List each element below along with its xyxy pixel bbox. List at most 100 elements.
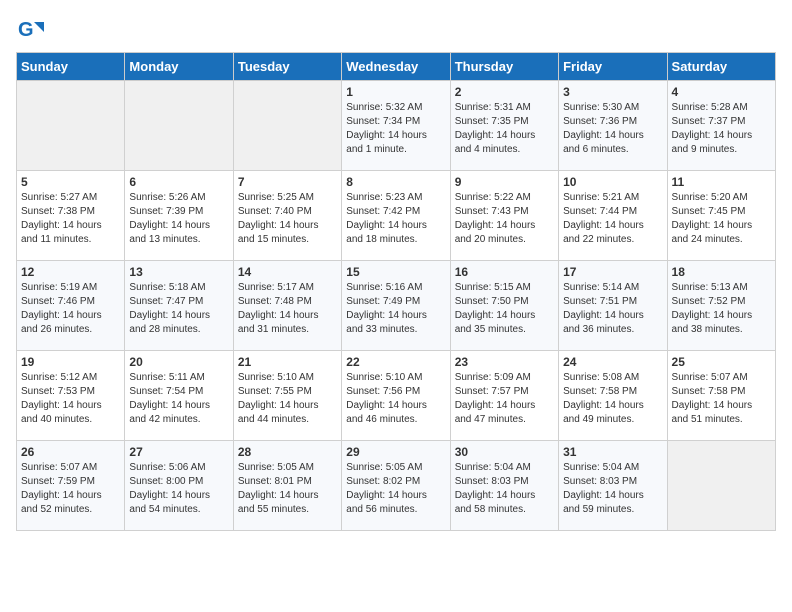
day-content: Sunrise: 5:16 AM Sunset: 7:49 PM Dayligh… (346, 281, 445, 337)
day-number: 26 (21, 445, 120, 459)
day-number: 5 (21, 175, 120, 189)
day-content: Sunrise: 5:27 AM Sunset: 7:38 PM Dayligh… (21, 191, 120, 247)
week-row-5: 26 Sunrise: 5:07 AM Sunset: 7:59 PM Dayli… (17, 441, 776, 531)
day-cell: 20Sunrise: 5:11 AM Sunset: 7:54 PM Dayli… (125, 351, 233, 441)
day-number: 1 (346, 85, 445, 99)
day-cell: 3 Sunrise: 5:30 AM Sunset: 7:36 PM Daylig… (559, 81, 667, 171)
day-cell: 6 Sunrise: 5:26 AM Sunset: 7:39 PM Daylig… (125, 171, 233, 261)
day-cell: 25 Sunrise: 5:07 AM Sunset: 7:58 PM Dayli… (667, 351, 775, 441)
day-content: Sunrise: 5:05 AM Sunset: 8:02 PM Dayligh… (346, 461, 445, 517)
day-content: Sunrise: 5:05 AM Sunset: 8:01 PM Dayligh… (238, 461, 337, 517)
day-content: Sunrise: 5:20 AM Sunset: 7:45 PM Dayligh… (672, 191, 771, 247)
day-cell: 2 Sunrise: 5:31 AM Sunset: 7:35 PM Daylig… (450, 81, 558, 171)
day-cell: 31Sunrise: 5:04 AM Sunset: 8:03 PM Dayli… (559, 441, 667, 531)
day-cell: 10 Sunrise: 5:21 AM Sunset: 7:44 PM Dayli… (559, 171, 667, 261)
day-content: Sunrise: 5:18 AM Sunset: 7:47 PM Dayligh… (129, 281, 228, 337)
day-cell: 17Sunrise: 5:14 AM Sunset: 7:51 PM Dayli… (559, 261, 667, 351)
day-number: 4 (672, 85, 771, 99)
day-cell: 28 Sunrise: 5:05 AM Sunset: 8:01 PM Dayli… (233, 441, 341, 531)
day-content: Sunrise: 5:07 AM Sunset: 7:59 PM Dayligh… (21, 461, 120, 517)
day-number: 21 (238, 355, 337, 369)
day-number: 28 (238, 445, 337, 459)
day-cell: 1Sunrise: 5:32 AM Sunset: 7:34 PM Daylig… (342, 81, 450, 171)
day-cell: 24 Sunrise: 5:08 AM Sunset: 7:58 PM Dayli… (559, 351, 667, 441)
day-content: Sunrise: 5:13 AM Sunset: 7:52 PM Dayligh… (672, 281, 771, 337)
day-number: 2 (455, 85, 554, 99)
day-number: 25 (672, 355, 771, 369)
day-header-tuesday: Tuesday (233, 53, 341, 81)
day-number: 10 (563, 175, 662, 189)
day-number: 14 (238, 265, 337, 279)
day-content: Sunrise: 5:23 AM Sunset: 7:42 PM Dayligh… (346, 191, 445, 247)
day-cell: 4Sunrise: 5:28 AM Sunset: 7:37 PM Daylig… (667, 81, 775, 171)
day-cell: 12 Sunrise: 5:19 AM Sunset: 7:46 PM Dayli… (17, 261, 125, 351)
day-number: 16 (455, 265, 554, 279)
day-content: Sunrise: 5:12 AM Sunset: 7:53 PM Dayligh… (21, 371, 120, 427)
day-cell (667, 441, 775, 531)
week-row-2: 5 Sunrise: 5:27 AM Sunset: 7:38 PM Daylig… (17, 171, 776, 261)
day-cell: 11Sunrise: 5:20 AM Sunset: 7:45 PM Dayli… (667, 171, 775, 261)
day-cell: 23 Sunrise: 5:09 AM Sunset: 7:57 PM Dayli… (450, 351, 558, 441)
day-content: Sunrise: 5:06 AM Sunset: 8:00 PM Dayligh… (129, 461, 228, 517)
week-row-3: 12 Sunrise: 5:19 AM Sunset: 7:46 PM Dayli… (17, 261, 776, 351)
day-content: Sunrise: 5:22 AM Sunset: 7:43 PM Dayligh… (455, 191, 554, 247)
day-content: Sunrise: 5:07 AM Sunset: 7:58 PM Dayligh… (672, 371, 771, 427)
day-content: Sunrise: 5:19 AM Sunset: 7:46 PM Dayligh… (21, 281, 120, 337)
day-number: 8 (346, 175, 445, 189)
day-content: Sunrise: 5:08 AM Sunset: 7:58 PM Dayligh… (563, 371, 662, 427)
day-cell: 30 Sunrise: 5:04 AM Sunset: 8:03 PM Dayli… (450, 441, 558, 531)
day-content: Sunrise: 5:26 AM Sunset: 7:39 PM Dayligh… (129, 191, 228, 247)
day-number: 7 (238, 175, 337, 189)
day-cell (125, 81, 233, 171)
header: G (16, 16, 776, 44)
day-number: 22 (346, 355, 445, 369)
day-cell: 13 Sunrise: 5:18 AM Sunset: 7:47 PM Dayli… (125, 261, 233, 351)
day-number: 13 (129, 265, 228, 279)
day-number: 3 (563, 85, 662, 99)
day-cell: 15Sunrise: 5:16 AM Sunset: 7:49 PM Dayli… (342, 261, 450, 351)
day-content: Sunrise: 5:25 AM Sunset: 7:40 PM Dayligh… (238, 191, 337, 247)
svg-text:G: G (18, 19, 34, 41)
day-number: 27 (129, 445, 228, 459)
day-content: Sunrise: 5:10 AM Sunset: 7:56 PM Dayligh… (346, 371, 445, 427)
day-content: Sunrise: 5:04 AM Sunset: 8:03 PM Dayligh… (455, 461, 554, 517)
day-content: Sunrise: 5:04 AM Sunset: 8:03 PM Dayligh… (563, 461, 662, 517)
day-header-wednesday: Wednesday (342, 53, 450, 81)
day-number: 29 (346, 445, 445, 459)
day-cell: 9 Sunrise: 5:22 AM Sunset: 7:43 PM Daylig… (450, 171, 558, 261)
day-number: 17 (563, 265, 662, 279)
days-header-row: SundayMondayTuesdayWednesdayThursdayFrid… (17, 53, 776, 81)
day-content: Sunrise: 5:15 AM Sunset: 7:50 PM Dayligh… (455, 281, 554, 337)
day-cell: 16 Sunrise: 5:15 AM Sunset: 7:50 PM Dayli… (450, 261, 558, 351)
day-content: Sunrise: 5:21 AM Sunset: 7:44 PM Dayligh… (563, 191, 662, 247)
day-number: 19 (21, 355, 120, 369)
day-number: 12 (21, 265, 120, 279)
day-cell: 26 Sunrise: 5:07 AM Sunset: 7:59 PM Dayli… (17, 441, 125, 531)
day-cell: 18 Sunrise: 5:13 AM Sunset: 7:52 PM Dayli… (667, 261, 775, 351)
day-cell: 29 Sunrise: 5:05 AM Sunset: 8:02 PM Dayli… (342, 441, 450, 531)
day-number: 18 (672, 265, 771, 279)
day-cell: 14 Sunrise: 5:17 AM Sunset: 7:48 PM Dayli… (233, 261, 341, 351)
day-header-friday: Friday (559, 53, 667, 81)
day-header-thursday: Thursday (450, 53, 558, 81)
day-content: Sunrise: 5:09 AM Sunset: 7:57 PM Dayligh… (455, 371, 554, 427)
day-content: Sunrise: 5:31 AM Sunset: 7:35 PM Dayligh… (455, 101, 554, 157)
day-cell (17, 81, 125, 171)
day-number: 30 (455, 445, 554, 459)
day-number: 9 (455, 175, 554, 189)
day-number: 23 (455, 355, 554, 369)
day-header-saturday: Saturday (667, 53, 775, 81)
week-row-4: 19 Sunrise: 5:12 AM Sunset: 7:53 PM Dayli… (17, 351, 776, 441)
day-cell: 27 Sunrise: 5:06 AM Sunset: 8:00 PM Dayli… (125, 441, 233, 531)
day-header-monday: Monday (125, 53, 233, 81)
day-cell: 7 Sunrise: 5:25 AM Sunset: 7:40 PM Daylig… (233, 171, 341, 261)
logo-icon: G (16, 16, 44, 44)
day-cell: 5 Sunrise: 5:27 AM Sunset: 7:38 PM Daylig… (17, 171, 125, 261)
day-number: 24 (563, 355, 662, 369)
day-cell: 8 Sunrise: 5:23 AM Sunset: 7:42 PM Daylig… (342, 171, 450, 261)
day-cell: 19 Sunrise: 5:12 AM Sunset: 7:53 PM Dayli… (17, 351, 125, 441)
day-content: Sunrise: 5:30 AM Sunset: 7:36 PM Dayligh… (563, 101, 662, 157)
day-content: Sunrise: 5:17 AM Sunset: 7:48 PM Dayligh… (238, 281, 337, 337)
day-number: 6 (129, 175, 228, 189)
day-cell: 22 Sunrise: 5:10 AM Sunset: 7:56 PM Dayli… (342, 351, 450, 441)
